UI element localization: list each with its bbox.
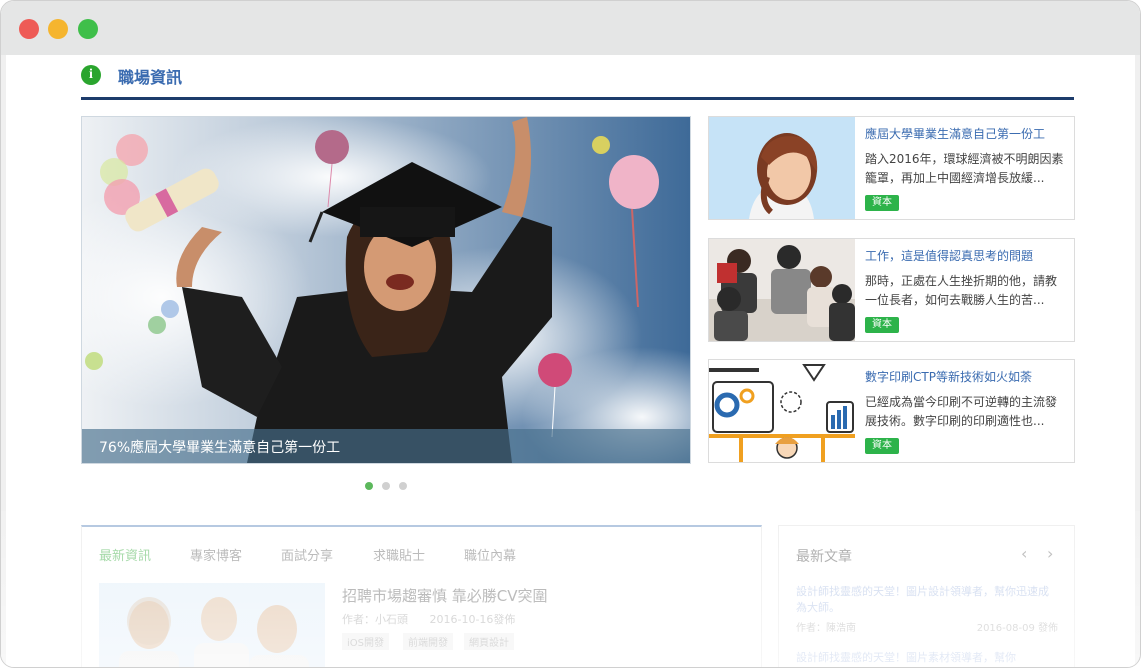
category-tag[interactable]: 資本 (865, 317, 899, 333)
side-article-card[interactable]: 應屆大學畢業生滿意自己第一份工 踏入2016年，環球經濟被不明朗因素籠罩，再加上… (708, 116, 1075, 220)
minimize-window-button[interactable] (48, 19, 68, 39)
featured-article-thumbnail[interactable] (99, 583, 325, 667)
side-article-title[interactable]: 應屆大學畢業生滿意自己第一份工 (865, 125, 1045, 142)
category-tag[interactable]: 資本 (865, 195, 899, 211)
close-window-button[interactable] (19, 19, 39, 39)
latest-articles-title: 最新文章 (796, 549, 852, 565)
title-bar (1, 1, 1140, 55)
latest-article-title[interactable]: 設計師找靈感的天堂！圖片設計領導者，幫你迅速成為大師。 (796, 584, 1058, 616)
article-tag[interactable]: iOS開發 (342, 633, 389, 650)
article-author: 作者：陳浩南 (796, 623, 856, 634)
news-tabs-panel: 最新資訊 專家博客 面試分享 求職貼士 職位內幕 招聘市場趨審慎 靠必勝CV突圍… (81, 525, 762, 667)
side-article-title[interactable]: 數字印刷CTP等新技術如火如荼 (865, 368, 1032, 385)
section-title: 職場資訊 (118, 68, 183, 87)
article-tag[interactable]: 前端開發 (403, 633, 453, 650)
page-edge-right (1135, 55, 1140, 667)
side-article-title[interactable]: 工作，這是值得認真思考的問題 (865, 247, 1033, 264)
article-author: 作者：小石頭 (342, 613, 408, 626)
article-date: 2016-10-16發佈 (429, 613, 516, 626)
hero-caption-bar: 76%應屆大學畢業生滿意自己第一份工 (82, 429, 690, 463)
info-icon: i (81, 65, 101, 85)
article-thumbnail (709, 117, 855, 219)
side-article-card[interactable]: 工作，這是值得認真思考的問題 那時，正處在人生挫折期的他，請教一位長者，如何去戰… (708, 238, 1075, 342)
section-header: i 職場資訊 (81, 61, 1074, 100)
page-edge-left (1, 55, 6, 667)
hero-caption[interactable]: 76%應屆大學畢業生滿意自己第一份工 (99, 437, 340, 457)
article-date: 2016-08-09 發佈 (976, 623, 1058, 634)
side-article-excerpt: 踏入2016年，環球經濟被不明朗因素籠罩，再加上中國經濟增長放緩... (865, 152, 1064, 185)
browser-window: i 職場資訊 76%應屆大學畢業生滿意自己第一份工 應屆大學畢業生滿意自己第一份… (0, 0, 1141, 668)
latest-article-meta: 作者：陳浩南 2016-08-09 發佈 (796, 619, 1058, 634)
article-thumbnail (709, 360, 855, 462)
graduation-photo (82, 117, 690, 463)
slide-dot-3[interactable] (399, 482, 407, 490)
side-article-excerpt: 已經成為當今印刷不可逆轉的主流發展技術。數字印刷的印刷適性也... (865, 395, 1058, 428)
tab-expert-blog[interactable]: 專家博客 (190, 545, 242, 564)
hero-slide[interactable]: 76%應屆大學畢業生滿意自己第一份工 (81, 116, 691, 464)
chevron-left-icon[interactable]: ‹ (1021, 544, 1027, 563)
category-tag[interactable]: 資本 (865, 438, 899, 454)
latest-article-title[interactable]: 設計師找靈感的天堂！圖片素材領導者，幫你 (796, 650, 1058, 666)
chevron-right-icon[interactable]: › (1047, 544, 1053, 563)
slide-dot-2[interactable] (382, 482, 390, 490)
latest-articles-panel: 最新文章 ‹ › 設計師找靈感的天堂！圖片設計領導者，幫你迅速成為大師。 作者：… (778, 525, 1075, 667)
tab-interview-share[interactable]: 面試分享 (281, 545, 333, 564)
tab-job-tips[interactable]: 求職貼士 (373, 545, 425, 564)
featured-article-title[interactable]: 招聘市場趨審慎 靠必勝CV突圍 (342, 585, 548, 606)
article-tag[interactable]: 網頁設計 (464, 633, 514, 650)
slide-dot-1[interactable] (365, 482, 373, 490)
article-thumbnail (709, 239, 855, 341)
tab-latest-news[interactable]: 最新資訊 (99, 545, 151, 564)
featured-article-meta: 作者：小石頭 2016-10-16發佈 (342, 611, 533, 627)
side-article-card[interactable]: 數字印刷CTP等新技術如火如荼 已經成為當今印刷不可逆轉的主流發展技術。數字印刷… (708, 359, 1075, 463)
side-article-excerpt: 那時，正處在人生挫折期的他，請教一位長者，如何去戰勝人生的苦... (865, 274, 1058, 307)
tab-job-inside[interactable]: 職位內幕 (464, 545, 516, 564)
maximize-window-button[interactable] (78, 19, 98, 39)
